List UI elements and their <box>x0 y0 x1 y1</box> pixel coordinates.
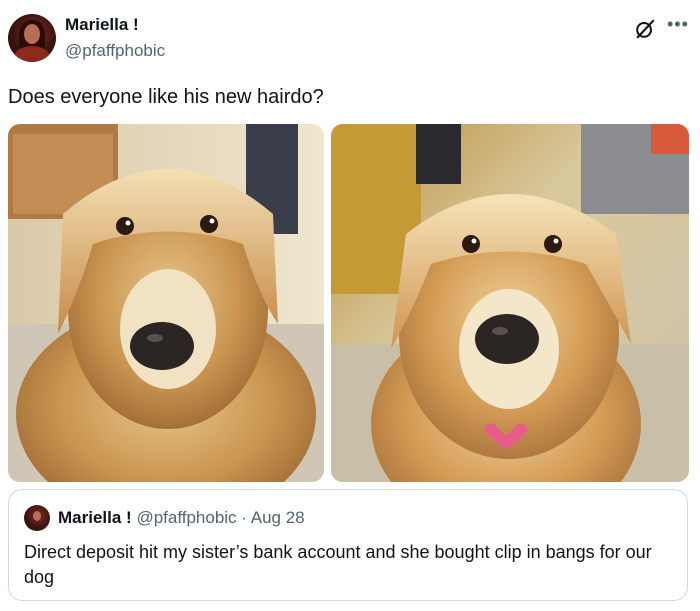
quoted-tweet-text: Direct deposit hit my sister’s bank acco… <box>24 542 652 587</box>
author-name[interactable]: Mariella ! <box>65 15 139 35</box>
tweet-photo-2[interactable] <box>331 124 689 482</box>
grok-icon[interactable] <box>634 18 656 40</box>
quoted-author-name: Mariella ! <box>58 508 132 527</box>
quoted-tweet[interactable]: Mariella ! @pfaffphobic · Aug 28 Direct … <box>8 489 688 601</box>
quoted-date[interactable]: Aug 28 <box>251 508 305 527</box>
quoted-separator: · <box>236 508 251 527</box>
author-handle[interactable]: @pfaffphobic <box>65 41 165 61</box>
quoted-author-avatar <box>24 505 50 531</box>
quoted-author-handle: @pfaffphobic <box>136 508 237 527</box>
more-horizontal-icon[interactable]: ••• <box>667 14 689 35</box>
tweet-photo-1[interactable] <box>8 124 324 482</box>
quoted-tweet-header: Mariella ! @pfaffphobic · Aug 28 <box>58 508 305 528</box>
author-avatar[interactable] <box>8 14 56 62</box>
tweet-text: Does everyone like his new hairdo? <box>8 86 324 108</box>
